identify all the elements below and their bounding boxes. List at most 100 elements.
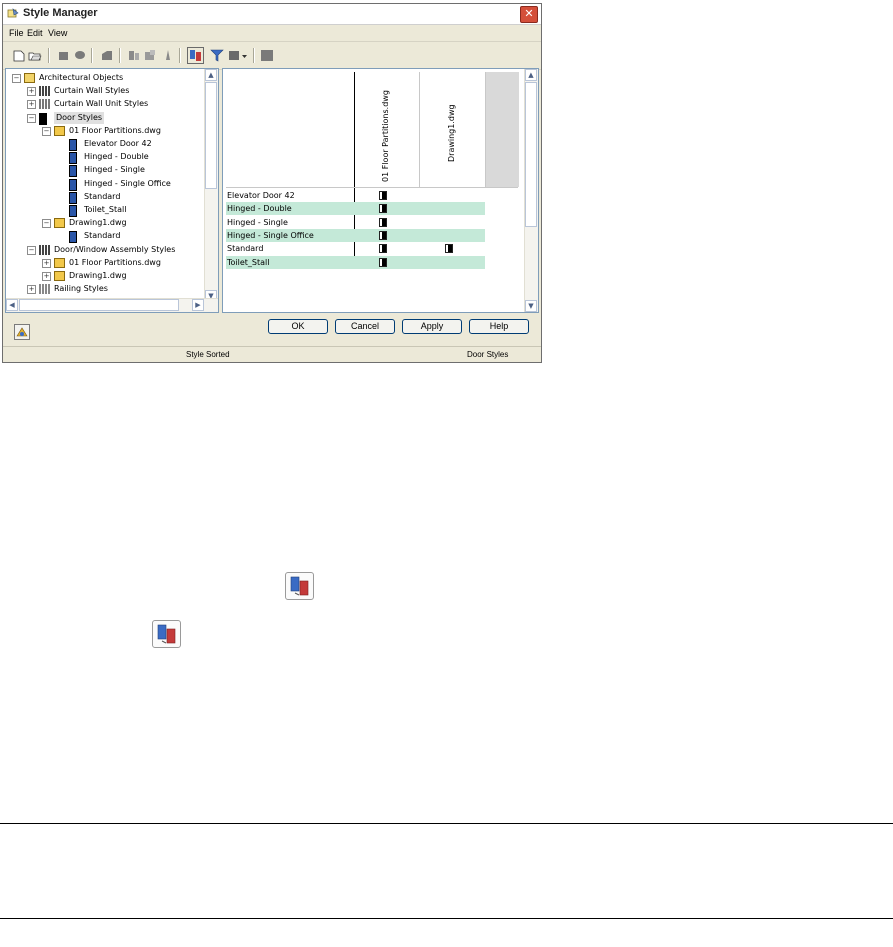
tree-node[interactable]: + Railing Styles — [6, 283, 202, 295]
tree-node[interactable]: Elevator Door 42 — [6, 138, 202, 151]
scroll-up-button[interactable]: ▲ — [525, 69, 537, 81]
grid-row[interactable]: Standard — [226, 242, 485, 255]
grid-row[interactable]: Hinged - Single — [226, 216, 485, 229]
toggle-view-icon[interactable] — [187, 47, 204, 64]
expand-icon[interactable]: + — [27, 285, 36, 295]
tree-node-label: Curtain Wall Styles — [54, 86, 130, 96]
edit-style-icon[interactable] — [100, 49, 114, 62]
grid-row[interactable]: Elevator Door 42 — [226, 189, 485, 202]
tree-node[interactable]: − Door Styles — [6, 111, 202, 125]
tree-node[interactable]: − Door/Window Assembly Styles — [6, 244, 202, 256]
door-style-icon — [69, 191, 77, 204]
column-header-label: Drawing1.dwg — [447, 104, 456, 162]
tree-node[interactable]: + Curtain Wall Styles — [6, 85, 202, 97]
set-from-icon[interactable] — [143, 49, 157, 62]
grid-row-label: Standard — [227, 244, 264, 254]
collapse-icon[interactable]: − — [42, 126, 51, 136]
object-type-dropdown-icon[interactable] — [228, 49, 248, 62]
expand-icon[interactable]: + — [27, 87, 36, 97]
scroll-thumb[interactable] — [205, 82, 217, 189]
tree-node[interactable]: Hinged - Double — [6, 151, 202, 165]
drawing-file-icon — [54, 125, 65, 136]
apply-button[interactable]: Apply — [402, 319, 462, 334]
tree-node[interactable]: Standard — [6, 191, 202, 204]
toolbar-separator — [253, 48, 255, 63]
tree-node-label: Door Styles — [54, 111, 105, 124]
menu-file[interactable]: File — [9, 28, 24, 38]
show-all-icon[interactable] — [260, 49, 274, 62]
tree-node[interactable]: + Curtain Wall Unit Styles — [6, 98, 202, 110]
scroll-thumb[interactable] — [525, 82, 537, 227]
folder-icon — [24, 73, 35, 83]
tree-node[interactable]: Hinged - Single — [6, 164, 202, 178]
door-style-icon — [69, 165, 77, 178]
collapse-icon[interactable]: − — [42, 219, 51, 229]
tree-vertical-scrollbar[interactable]: ▲ ▼ — [204, 69, 218, 302]
menu-view[interactable]: View — [48, 28, 67, 38]
grid-divider — [419, 72, 420, 187]
purge-icon[interactable] — [127, 49, 141, 62]
tree-node[interactable]: Standard — [6, 230, 202, 244]
inventory-icon[interactable] — [161, 49, 175, 62]
expand-icon[interactable]: + — [42, 272, 51, 281]
help-button[interactable]: Help — [469, 319, 529, 334]
ok-button[interactable]: OK — [268, 319, 328, 334]
tree-node[interactable]: − 01 Floor Partitions.dwg — [6, 125, 202, 137]
toolbar-separator — [179, 48, 181, 63]
open-drawing-icon[interactable] — [28, 49, 42, 62]
toolbar-separator — [91, 48, 93, 63]
title-bar[interactable]: Style Manager ✕ — [3, 4, 541, 25]
style-viewer-icon[interactable] — [14, 324, 30, 340]
door-style-icon — [69, 231, 77, 244]
tree-node-label: Railing Styles — [54, 284, 108, 294]
style-tree[interactable]: − Architectural Objects + Curtain Wall Styl… — [5, 68, 219, 313]
collapse-icon[interactable]: − — [27, 245, 36, 255]
tree-node[interactable]: Hinged - Single Office — [6, 178, 202, 191]
tree-node[interactable]: − Architectural Objects — [6, 72, 202, 84]
tree-node-label: Toilet_Stall — [84, 205, 127, 214]
expand-icon[interactable]: + — [27, 100, 36, 110]
tree-node[interactable]: − Drawing1.dwg — [6, 217, 202, 229]
scroll-thumb[interactable] — [19, 299, 179, 311]
grid-row[interactable]: Hinged - Single Office — [226, 228, 485, 242]
tree-node-label: Standard — [84, 231, 121, 241]
scroll-left-button[interactable]: ◀ — [6, 299, 18, 311]
inventory-grid[interactable]: 01 Floor Partitions.dwg Drawing1.dwg Ele… — [222, 68, 539, 313]
tree-node-label: Curtain Wall Unit Styles — [54, 99, 149, 109]
tree-node-label: Elevator Door 42 — [84, 139, 152, 148]
grid-row[interactable]: Hinged - Double — [226, 202, 485, 216]
scroll-right-button[interactable]: ▶ — [192, 299, 204, 311]
status-text: Style Sorted — [186, 350, 230, 359]
copy-icon[interactable] — [57, 49, 71, 62]
menu-edit[interactable]: Edit — [27, 28, 43, 38]
door-style-icon — [69, 205, 77, 217]
collapse-icon[interactable]: − — [12, 74, 21, 83]
tree-node-label: 01 Floor Partitions.dwg — [69, 125, 161, 135]
new-drawing-icon[interactable] — [12, 49, 26, 62]
cancel-button[interactable]: Cancel — [335, 319, 395, 334]
expand-icon[interactable]: + — [42, 258, 51, 268]
tree-node-label: Hinged - Double — [84, 152, 149, 162]
grid-row[interactable]: Toilet_Stall — [226, 255, 485, 269]
tree-node[interactable]: +01 Floor Partitions.dwg — [6, 257, 202, 269]
window-title: Style Manager — [23, 7, 98, 19]
tree-node-label: Hinged - Single — [84, 165, 145, 175]
style-present-marker — [379, 204, 387, 214]
door-style-icon — [69, 152, 77, 165]
collapse-icon[interactable]: − — [27, 113, 36, 123]
toggle-view-icon — [152, 620, 181, 648]
scroll-up-button[interactable]: ▲ — [205, 69, 217, 81]
style-present-marker — [379, 191, 387, 200]
style-manager-icon — [7, 8, 19, 18]
grid-row-label: Hinged - Single — [227, 217, 288, 227]
paste-icon[interactable] — [73, 49, 87, 62]
style-present-marker — [379, 217, 387, 227]
tree-node[interactable]: + Drawing1.dwg — [6, 270, 202, 282]
filter-icon[interactable] — [210, 49, 224, 62]
scroll-down-button[interactable]: ▼ — [525, 300, 537, 312]
tree-node[interactable]: Toilet_Stall — [6, 204, 202, 217]
tree-horizontal-scrollbar[interactable]: ◀ ▶ — [6, 298, 218, 312]
curtain-wall-icon — [39, 86, 50, 97]
grid-vertical-scrollbar[interactable]: ▲ ▼ — [524, 69, 538, 312]
close-button[interactable]: ✕ — [520, 6, 538, 23]
